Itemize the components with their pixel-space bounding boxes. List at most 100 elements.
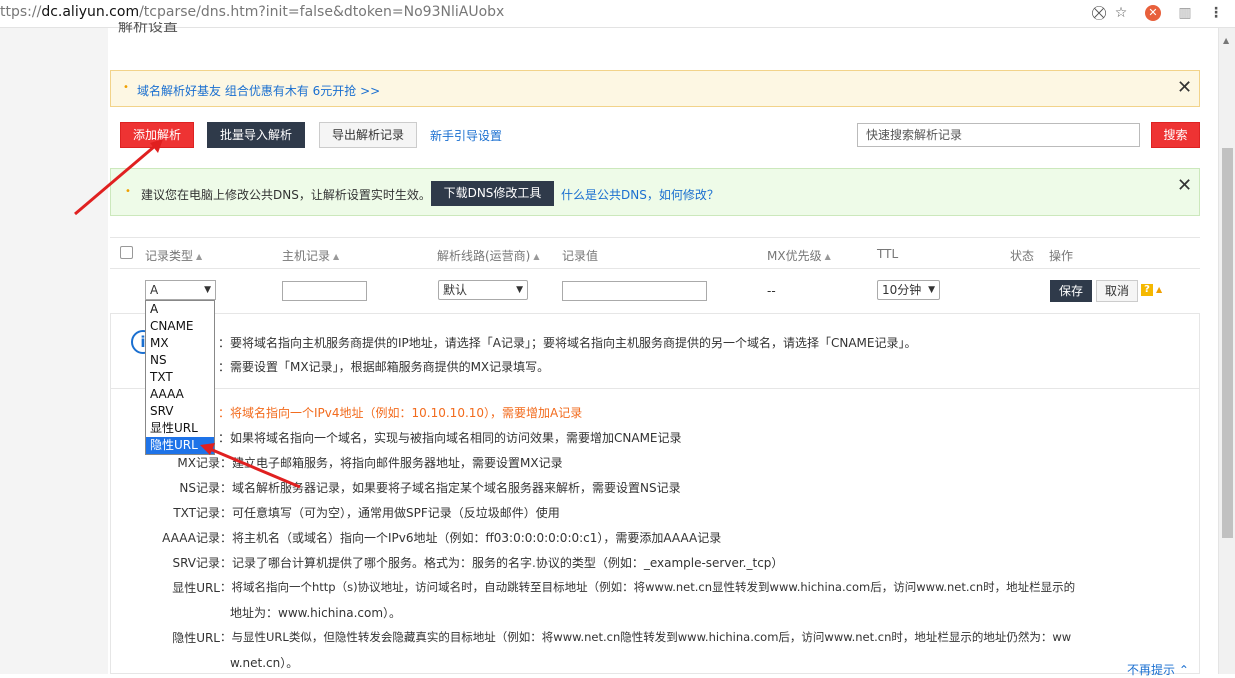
bullet-icon: • <box>125 186 131 197</box>
guide-link[interactable]: 新手引导设置 <box>430 127 502 144</box>
info-line-1: ：要将域名指向主机服务商提供的IP地址，请选择「A记录」；要将域名指向主机服务商… <box>218 336 917 350</box>
chevron-down-icon: ▼ <box>516 285 523 295</box>
dropdown-option[interactable]: A <box>146 301 214 318</box>
url-protocol: ttps:// <box>0 4 42 20</box>
line-select[interactable]: 默认 ▼ <box>438 280 528 300</box>
dropdown-option[interactable]: TXT <box>146 369 214 386</box>
col-label: MX优先级 <box>767 249 822 263</box>
col-type[interactable]: 记录类型 ▲ <box>145 247 202 264</box>
edit-record-row: A ▼ 默认 ▼ -- 10分钟 ▼ 保存 取消 ? ▲ <box>110 270 1200 312</box>
blocked-icon[interactable]: ⛒ <box>1090 4 1108 22</box>
bullet-icon: • <box>123 82 129 93</box>
add-record-button[interactable]: 添加解析 <box>120 122 194 148</box>
batch-import-button[interactable]: 批量导入解析 <box>207 122 305 148</box>
info-txt-record: ：可任意填写（可为空），通常用做SPF记录（反垃圾邮件）使用 <box>220 506 560 520</box>
info-line-2: ：需要设置「MX记录」，根据邮箱服务商提供的MX记录填写。 <box>218 360 550 374</box>
dropdown-option[interactable]: 显性URL <box>146 420 214 437</box>
sort-icon: ▲ <box>533 252 540 261</box>
dropdown-option[interactable]: SRV <box>146 403 214 420</box>
section-heading: 解析设置 <box>118 22 179 34</box>
host-record-input[interactable] <box>282 281 367 301</box>
mx-priority: -- <box>767 284 776 298</box>
dns-tip-banner: • 建议您在电脑上修改公共DNS，让解析设置实时生效。 下载DNS修改工具 什么… <box>110 168 1200 216</box>
info-explicit-url: ：将域名指向一个http（s)协议地址，访问域名时，自动跳转至目标地址（例如：将… <box>220 580 1076 594</box>
menu-icon[interactable]: ⋮ <box>1207 4 1225 22</box>
table-header: 记录类型 ▲ 主机记录 ▲ 解析线路(运营商) ▲ 记录值 MX优先级 ▲ TTL 状态… <box>110 237 1200 269</box>
cancel-button[interactable]: 取消 <box>1096 280 1138 302</box>
info-label-ns: NS记录 <box>179 481 220 495</box>
col-mx[interactable]: MX优先级 ▲ <box>767 247 831 264</box>
address-bar[interactable]: ttps://dc.aliyun.com/tcparse/dns.htm?ini… <box>0 4 504 20</box>
info-ns-record: ：域名解析服务器记录，如果要将子域名指定某个域名服务器来解析，需要设置NS记录 <box>220 481 681 495</box>
record-type-dropdown[interactable]: A CNAME MX NS TXT AAAA SRV 显性URL 隐性URL <box>145 300 215 455</box>
dropdown-option[interactable]: MX <box>146 335 214 352</box>
info-label-mx: MX记录 <box>177 456 220 470</box>
info-srv-record: ：记录了哪台计算机提供了哪个服务。格式为：服务的名字.协议的类型（例如：_exa… <box>220 556 784 570</box>
sort-icon: ▲ <box>196 252 203 261</box>
search-input[interactable]: 快速搜索解析记录 <box>857 123 1140 147</box>
url-path: /tcparse/dns.htm?init=false&dtoken=No93N… <box>139 4 505 20</box>
reader-icon[interactable]: ▥ <box>1176 4 1194 22</box>
search-button[interactable]: 搜索 <box>1151 122 1200 148</box>
record-value-input[interactable] <box>562 281 707 301</box>
info-implicit-url: ：与显性URL类似，但隐性转发会隐藏真实的目标地址（例如：将www.net.cn… <box>220 630 1072 644</box>
promo-banner: • 域名解析好基友 组合优惠有木有 6元开抢 >> ✕ <box>110 70 1200 107</box>
promo-link[interactable]: 域名解析好基友 组合优惠有木有 6元开抢 >> <box>137 82 380 99</box>
info-label-implicit-url: 隐性URL <box>172 631 220 645</box>
close-icon[interactable]: ✕ <box>1177 79 1192 97</box>
info-mx-record: ：建立电子邮箱服务，将指向邮件服务器地址，需要设置MX记录 <box>220 456 563 470</box>
public-dns-link[interactable]: 什么是公共DNS，如何修改？ <box>561 186 719 203</box>
download-dns-tool-button[interactable]: 下载DNS修改工具 <box>431 181 554 206</box>
close-icon[interactable]: ✕ <box>1177 177 1192 195</box>
col-label: 解析线路(运营商) <box>437 249 531 263</box>
col-status: 状态 <box>1010 249 1035 263</box>
ttl-value: 10分钟 <box>882 283 922 297</box>
info-label-txt: TXT记录 <box>173 506 220 520</box>
dropdown-option[interactable]: AAAA <box>146 386 214 403</box>
record-type-value: A <box>150 283 159 297</box>
info-explicit-url-cont: 地址为：www.hichina.com）。 <box>230 606 402 620</box>
chevron-down-icon: ▼ <box>204 285 211 295</box>
col-actions: 操作 <box>1049 249 1074 263</box>
info-aaaa-record: ：将主机名（或域名）指向一个IPv6地址（例如：ff03:0:0:0:0:0:0… <box>220 531 722 545</box>
left-gutter <box>0 28 108 674</box>
info-label-explicit-url: 显性URL <box>172 581 220 595</box>
info-label-srv: SRV记录 <box>172 556 220 570</box>
extension-icon[interactable]: ✕ <box>1145 5 1161 21</box>
col-host[interactable]: 主机记录 ▲ <box>282 247 339 264</box>
col-ttl: TTL <box>877 247 899 261</box>
sort-icon: ▲ <box>824 252 831 261</box>
divider <box>110 388 1200 389</box>
info-implicit-url-cont: w.net.cn）。 <box>230 656 299 670</box>
info-a-record: ：将域名指向一个IPv4地址（例如：10.10.10.10），需要增加A记录 <box>218 406 583 420</box>
scroll-up-icon[interactable]: ▲ <box>1223 36 1229 45</box>
info-label-aaaa: AAAA记录 <box>162 531 220 545</box>
no-more-tips-label: 不再提示 <box>1127 663 1176 677</box>
ttl-select[interactable]: 10分钟 ▼ <box>877 280 940 300</box>
chevron-up-icon: ⌃ <box>1178 663 1189 677</box>
select-all-checkbox[interactable] <box>120 246 133 259</box>
col-label: 主机记录 <box>282 249 331 263</box>
chevron-down-icon: ▼ <box>928 285 935 295</box>
dropdown-option-selected[interactable]: 隐性URL <box>146 437 214 454</box>
export-button[interactable]: 导出解析记录 <box>319 122 417 148</box>
col-line[interactable]: 解析线路(运营商) ▲ <box>437 247 540 264</box>
tip-text: 建议您在电脑上修改公共DNS，让解析设置实时生效。 <box>141 188 431 202</box>
scroll-thumb[interactable] <box>1222 148 1233 538</box>
no-more-tips-link[interactable]: 不再提示 ⌃ <box>1127 661 1189 678</box>
caret-up-icon[interactable]: ▲ <box>1156 285 1162 294</box>
dropdown-option[interactable]: CNAME <box>146 318 214 335</box>
col-label: 记录类型 <box>145 249 194 263</box>
sort-icon: ▲ <box>333 252 340 261</box>
info-cname-record: ：如果将域名指向一个域名，实现与被指向域名相同的访问效果，需要增加CNAME记录 <box>218 431 682 445</box>
browser-toolbar: ttps://dc.aliyun.com/tcparse/dns.htm?ini… <box>0 0 1235 28</box>
page-scrollbar[interactable]: ▲ <box>1218 28 1235 674</box>
help-icon[interactable]: ? <box>1141 284 1153 296</box>
bookmark-star-icon[interactable]: ☆ <box>1112 4 1130 22</box>
save-button[interactable]: 保存 <box>1050 280 1092 302</box>
url-host: dc.aliyun.com <box>41 4 140 20</box>
col-value: 记录值 <box>562 249 599 263</box>
record-type-select[interactable]: A ▼ <box>145 280 216 300</box>
dropdown-option[interactable]: NS <box>146 352 214 369</box>
line-value: 默认 <box>443 283 468 297</box>
